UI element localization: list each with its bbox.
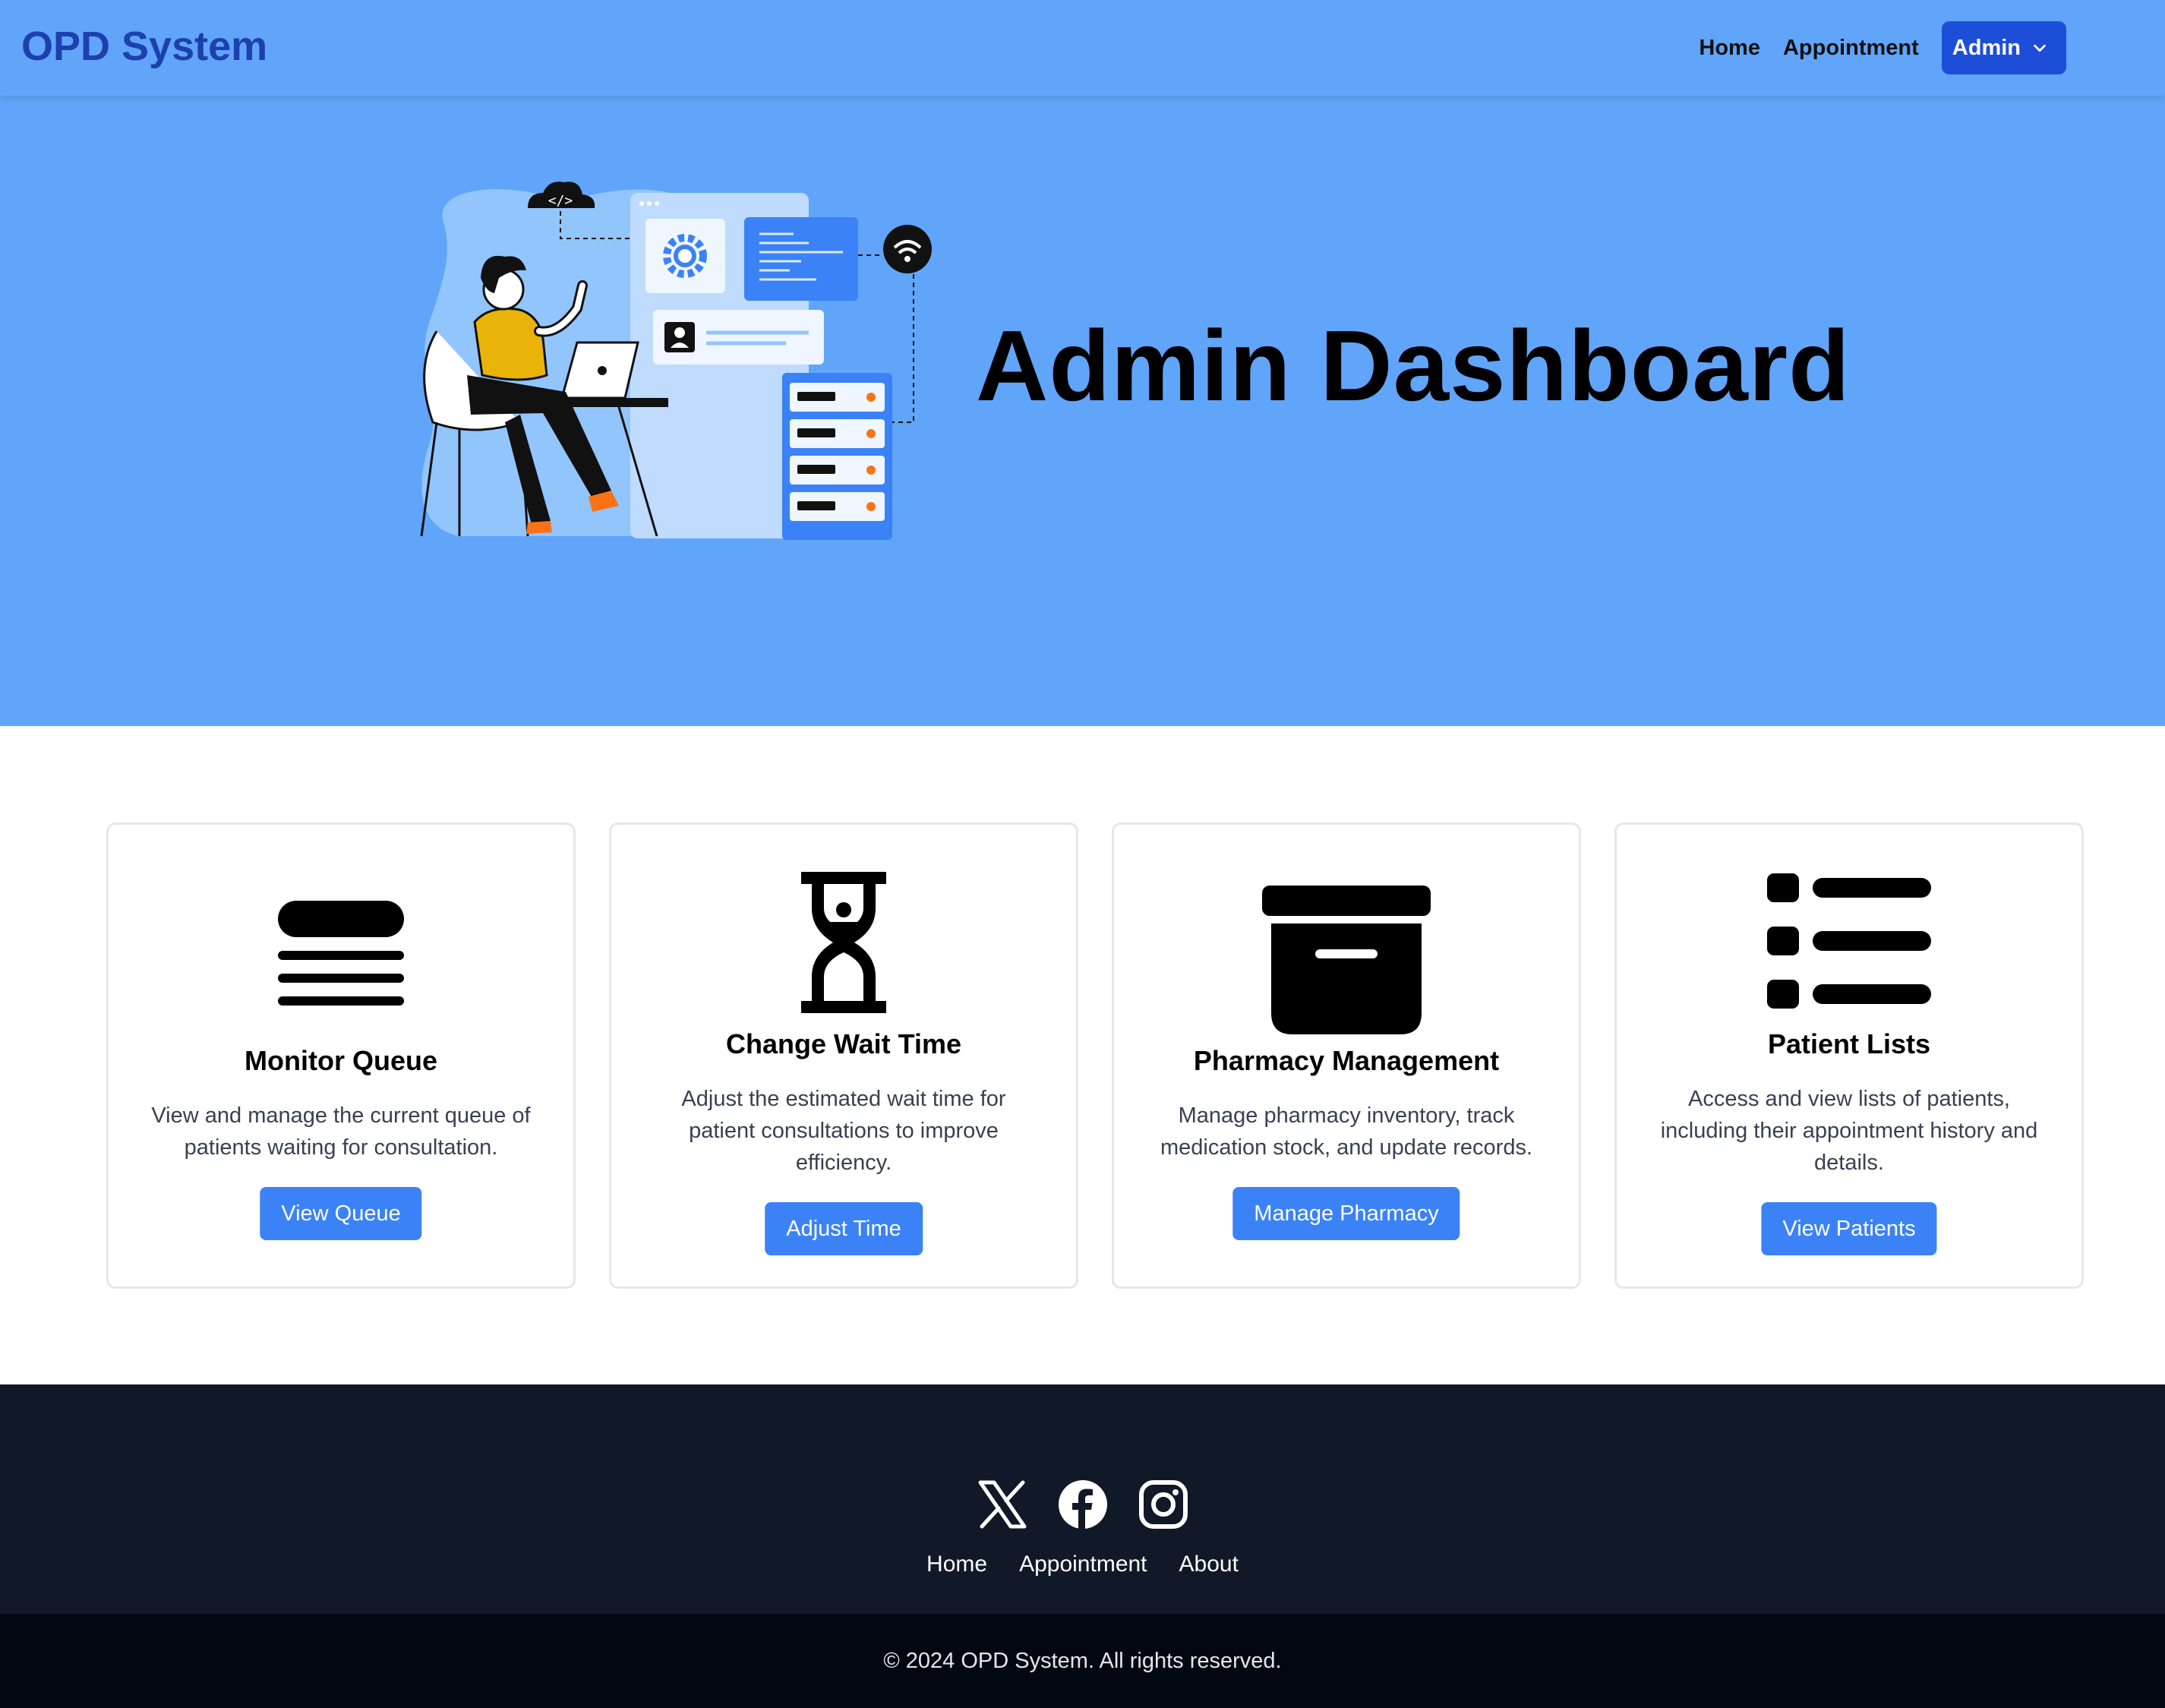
brand-logo-text[interactable]: OPD System [21,23,267,70]
x-icon[interactable] [977,1479,1027,1530]
card-title: Pharmacy Management [1193,1045,1500,1076]
footer-link-about[interactable]: About [1179,1552,1239,1577]
archive-box-icon [1262,886,1431,1034]
footer-links: Home Appointment About [0,1552,2165,1577]
hero-section: </> Admin Dashboard [0,96,2165,726]
card-description: Adjust the estimated wait time for patie… [681,1087,1006,1175]
svg-text:</>: </> [548,193,573,209]
adjust-time-button[interactable]: Adjust Time [765,1202,923,1255]
card-title: Change Wait Time [725,1028,962,1059]
manage-pharmacy-button[interactable]: Manage Pharmacy [1232,1187,1460,1240]
footer: Home Appointment About [0,1384,2165,1614]
card-description: Manage pharmacy inventory, track medicat… [1160,1103,1533,1160]
chevron-down-icon [2034,44,2046,52]
view-patients-button[interactable]: View Patients [1761,1202,1937,1255]
instagram-icon[interactable] [1138,1479,1188,1530]
page-title: Admin Dashboard [976,310,1851,421]
hourglass-icon [801,872,886,1013]
card-title: Monitor Queue [245,1045,437,1076]
card-change-wait-time: Change Wait Time Adjust the estimated wa… [609,822,1078,1289]
navbar: OPD System Home Appointment Admin [0,0,2165,96]
card-description: View and manage the current queue of pat… [151,1103,531,1160]
queue-icon [278,901,404,1006]
facebook-icon[interactable] [1058,1479,1108,1530]
nav-link-appointment[interactable]: Appointment [1783,36,1919,61]
admin-dropdown-label: Admin [1952,35,2021,60]
card-monitor-queue: Monitor Queue View and manage the curren… [106,822,576,1289]
admin-dropdown-button[interactable]: Admin [1941,21,2066,74]
dashboard-cards: Monitor Queue View and manage the curren… [106,822,2084,1289]
copyright-bar: © 2024 OPD System. All rights reserved. [0,1614,2165,1708]
card-description: Access and view lists of patients, inclu… [1660,1087,2038,1175]
admin-illustration: </> [420,182,932,540]
card-patient-lists: Patient Lists Access and view lists of p… [1614,822,2084,1289]
footer-link-home[interactable]: Home [926,1552,987,1577]
card-pharmacy-management: Pharmacy Management Manage pharmacy inve… [1112,822,1581,1289]
social-links [0,1479,2165,1530]
nav-link-home[interactable]: Home [1699,36,1760,61]
card-title: Patient Lists [1767,1028,1931,1059]
list-icon [1767,873,1931,1009]
view-queue-button[interactable]: View Queue [260,1187,422,1240]
copyright-text: © 2024 OPD System. All rights reserved. [883,1648,1282,1673]
footer-link-appointment[interactable]: Appointment [1019,1552,1147,1577]
nav-links: Home Appointment Admin [1699,21,2066,74]
